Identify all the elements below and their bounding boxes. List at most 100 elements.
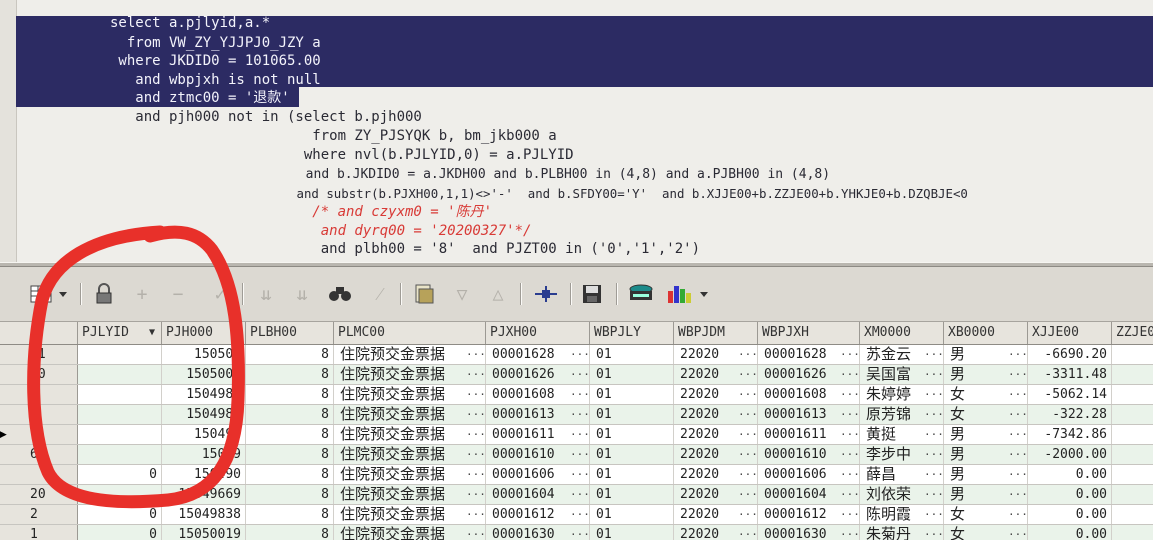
sql-editor[interactable]: select a.pjlyid,a.* from VW_ZY_YJJPJ0_JZ…: [0, 0, 1153, 262]
ellipsis-button[interactable]: ···: [570, 425, 590, 444]
ellipsis-button[interactable]: ···: [466, 345, 486, 364]
cell-pjh000[interactable]: 150490: [162, 465, 246, 484]
cell-plmc00[interactable]: 住院预交金票据: [334, 405, 486, 424]
ellipsis-button[interactable]: ···: [738, 365, 758, 384]
column-header-plmc00[interactable]: PLMC00: [334, 322, 486, 344]
cell-pjlyid[interactable]: [78, 485, 162, 504]
ellipsis-button[interactable]: ···: [840, 445, 860, 464]
ellipsis-button[interactable]: ···: [570, 525, 590, 540]
delete-record-icon[interactable]: −: [166, 281, 190, 307]
clear-icon[interactable]: ⁄: [368, 281, 392, 307]
ellipsis-button[interactable]: ···: [1008, 445, 1028, 464]
sort-dropdown-icon[interactable]: ▼: [149, 322, 155, 344]
ellipsis-button[interactable]: ···: [840, 385, 860, 404]
cell-pjh000[interactable]: 150500: [162, 345, 246, 364]
cell-xjje00[interactable]: 0.00: [1028, 525, 1112, 540]
table-row[interactable]: 0 150490 8 住院预交金票据 ··· 00001606 ··· 01 22020 ··· 0…: [0, 465, 1153, 485]
ellipsis-button[interactable]: ···: [1008, 525, 1028, 540]
cell-pjh000[interactable]: 15050019: [162, 525, 246, 540]
find-icon[interactable]: [326, 281, 354, 307]
cell-pjh000[interactable]: 1505004: [162, 365, 246, 384]
ellipsis-button[interactable]: ···: [466, 525, 486, 540]
ellipsis-button[interactable]: ···: [570, 485, 590, 504]
row-indicator[interactable]: [0, 465, 78, 484]
column-header-pjxh00[interactable]: PJXH00: [486, 322, 590, 344]
cell-wbpjly[interactable]: 01: [590, 505, 674, 524]
table-row[interactable]: 8 1504988 8 住院预交金票据 ··· 00001613 ··· 01 22020 ···…: [0, 405, 1153, 425]
ellipsis-button[interactable]: ···: [924, 445, 944, 464]
post-icon[interactable]: ✓: [208, 281, 232, 307]
table-row[interactable]: 2 0 15049838 8 住院预交金票据 ··· 00001612 ··· 01 22020 ·…: [0, 505, 1153, 525]
cell-pjlyid[interactable]: [78, 405, 162, 424]
ellipsis-button[interactable]: ···: [924, 405, 944, 424]
ellipsis-button[interactable]: ···: [570, 385, 590, 404]
ellipsis-button[interactable]: ···: [738, 445, 758, 464]
cell-plmc00[interactable]: 住院预交金票据: [334, 465, 486, 484]
cell-xjje00[interactable]: 0.00: [1028, 505, 1112, 524]
row-indicator[interactable]: ▶7: [0, 425, 78, 444]
ellipsis-button[interactable]: ···: [924, 365, 944, 384]
ellipsis-button[interactable]: ···: [840, 525, 860, 540]
cell-wbpjly[interactable]: 01: [590, 425, 674, 444]
ellipsis-button[interactable]: ···: [1008, 365, 1028, 384]
cell-xjje00[interactable]: -3311.48: [1028, 365, 1112, 384]
ellipsis-button[interactable]: ···: [738, 345, 758, 364]
ellipsis-button[interactable]: ···: [738, 465, 758, 484]
cell-pjlyid[interactable]: 0: [78, 505, 162, 524]
cell-wbpjly[interactable]: 01: [590, 365, 674, 384]
ellipsis-button[interactable]: ···: [924, 525, 944, 540]
cell-pjh000[interactable]: 1504988: [162, 405, 246, 424]
ellipsis-button[interactable]: ···: [1008, 485, 1028, 504]
table-row[interactable]: ▶71504988住院预交金票据···00001611···0122020···…: [0, 425, 1153, 445]
row-indicator[interactable]: 11: [0, 345, 78, 364]
cell-pjlyid[interactable]: 0: [78, 465, 162, 484]
ellipsis-button[interactable]: ···: [1008, 425, 1028, 444]
cell-pjh000[interactable]: 15049: [162, 445, 246, 464]
cell-wbpjly[interactable]: 01: [590, 345, 674, 364]
ellipsis-button[interactable]: ···: [1008, 405, 1028, 424]
last-record-icon[interactable]: ⇊: [288, 281, 316, 307]
cell-pjlyid[interactable]: [78, 385, 162, 404]
cell-pjlyid[interactable]: [78, 365, 162, 384]
table-row[interactable]: 5 1504980 8 住院预交金票据 ··· 00001608 ··· 01 22020 ···…: [0, 385, 1153, 405]
cell-plbh00[interactable]: 8: [246, 445, 334, 464]
column-header-xm0000[interactable]: XM0000: [860, 322, 944, 344]
ellipsis-button[interactable]: ···: [738, 385, 758, 404]
ellipsis-button[interactable]: ···: [570, 465, 590, 484]
cell-plbh00[interactable]: 8: [246, 525, 334, 540]
cell-xjje00[interactable]: -5062.14: [1028, 385, 1112, 404]
column-header-pjlyid[interactable]: PJLYID ▼: [78, 322, 162, 344]
print-icon[interactable]: [624, 281, 658, 307]
row-indicator[interactable]: 5: [0, 385, 78, 404]
column-header-plbh00[interactable]: PLBH00: [246, 322, 334, 344]
cell-xjje00[interactable]: -2000.00: [1028, 445, 1112, 464]
cell-plmc00[interactable]: 住院预交金票据: [334, 365, 486, 384]
ellipsis-button[interactable]: ···: [466, 445, 486, 464]
cell-plmc00[interactable]: 住院预交金票据: [334, 445, 486, 464]
ellipsis-button[interactable]: ···: [1008, 505, 1028, 524]
ellipsis-button[interactable]: ···: [924, 505, 944, 524]
ellipsis-button[interactable]: ···: [466, 365, 486, 384]
cell-xjje00[interactable]: -322.28: [1028, 405, 1112, 424]
cell-plbh00[interactable]: 8: [246, 465, 334, 484]
ellipsis-button[interactable]: ···: [840, 425, 860, 444]
ellipsis-button[interactable]: ···: [466, 485, 486, 504]
ellipsis-button[interactable]: ···: [570, 345, 590, 364]
cell-plmc00[interactable]: 住院预交金票据: [334, 385, 486, 404]
cell-pjh000[interactable]: 1504980: [162, 385, 246, 404]
cell-xjje00[interactable]: -7342.86: [1028, 425, 1112, 444]
ellipsis-button[interactable]: ···: [570, 445, 590, 464]
cell-plbh00[interactable]: 8: [246, 365, 334, 384]
ellipsis-button[interactable]: ···: [924, 465, 944, 484]
ellipsis-button[interactable]: ···: [738, 525, 758, 540]
cell-pjh000[interactable]: 150498: [162, 425, 246, 444]
row-indicator[interactable]: 8: [0, 405, 78, 424]
next-record-icon[interactable]: ⇊: [252, 281, 280, 307]
ellipsis-button[interactable]: ···: [924, 385, 944, 404]
explain-plan-icon[interactable]: [530, 281, 562, 307]
save-icon[interactable]: [578, 281, 606, 307]
grid-menu-icon[interactable]: [26, 281, 74, 307]
table-row[interactable]: 10 1505004 8 住院预交金票据 ··· 00001626 ··· 01 22020 ··…: [0, 365, 1153, 385]
cell-plbh00[interactable]: 8: [246, 425, 334, 444]
cell-pjh000[interactable]: 15049669: [162, 485, 246, 504]
